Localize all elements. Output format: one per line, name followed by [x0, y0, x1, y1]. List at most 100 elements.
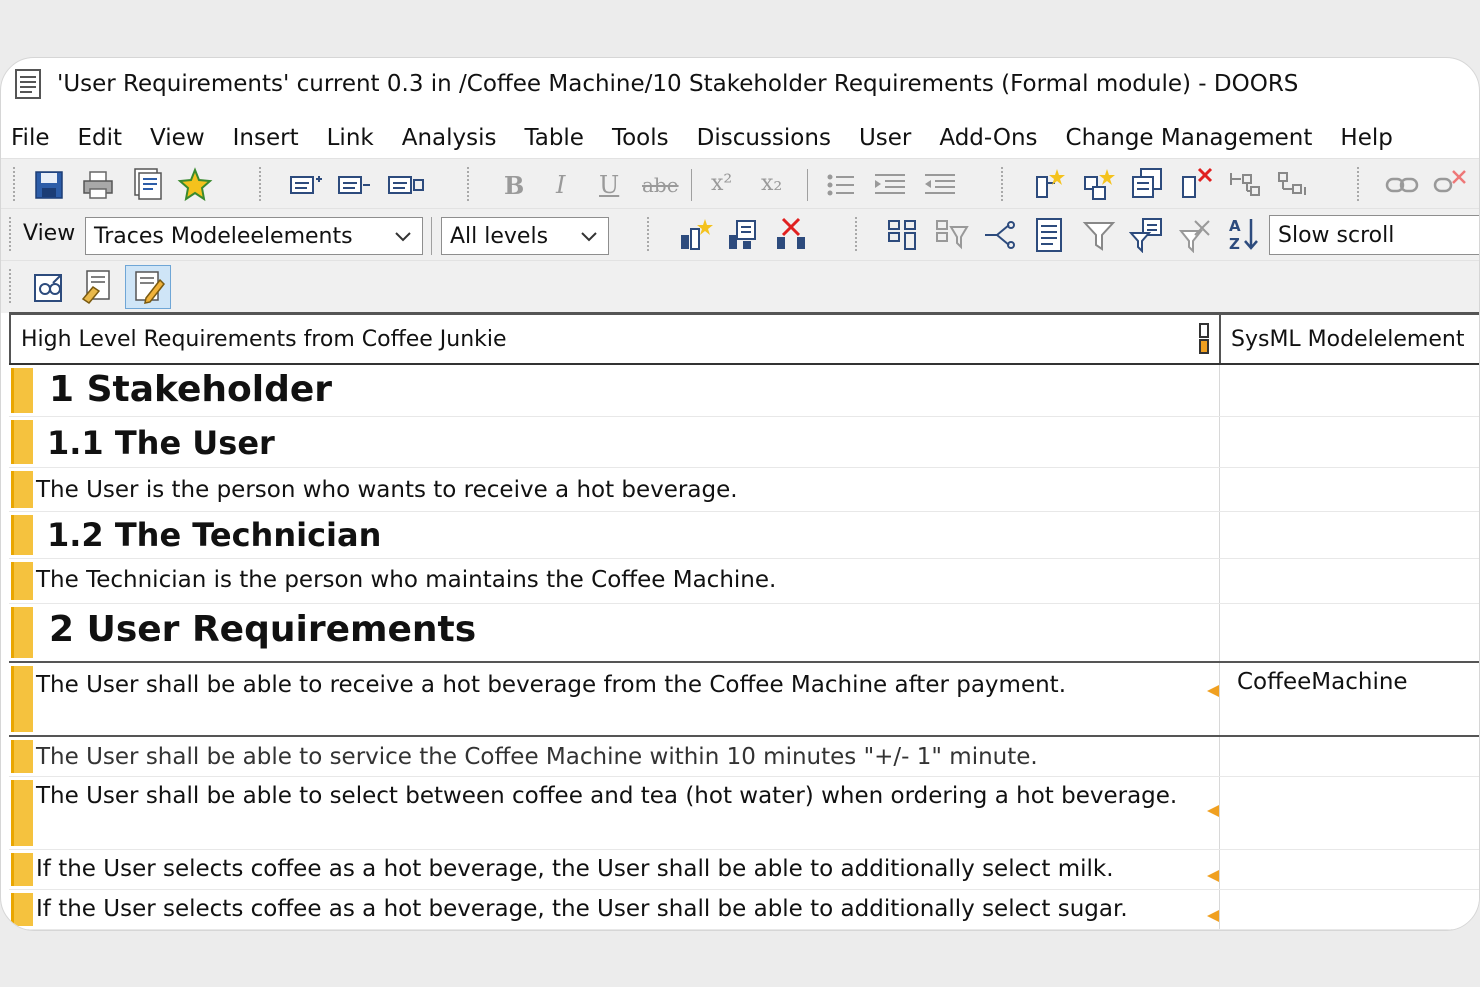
menu-analysis[interactable]: Analysis	[388, 125, 511, 151]
column-header-sysml[interactable]: SysML Modelelement	[1219, 315, 1479, 363]
table-row[interactable]: The User shall be able to receive a hot …	[9, 663, 1479, 737]
menu-file[interactable]: File	[1, 125, 64, 151]
subscript-button[interactable]: x₂	[761, 171, 782, 196]
column-divider	[1219, 777, 1220, 849]
menu-discussions[interactable]: Discussions	[683, 125, 845, 151]
column-divider	[1219, 417, 1220, 467]
copy-baseline-icon[interactable]	[725, 217, 761, 253]
column-divider	[1219, 512, 1220, 558]
table-row[interactable]: 1.2 The Technician	[9, 512, 1479, 559]
scroll-select[interactable]: Slow scroll	[1269, 215, 1479, 255]
chevron-down-icon	[395, 232, 411, 242]
favorite-star-icon[interactable]	[177, 167, 213, 203]
insert-heading-icon[interactable]	[289, 173, 323, 197]
outline-icon[interactable]	[885, 219, 921, 251]
menu-user[interactable]: User	[845, 125, 925, 151]
new-object-icon[interactable]	[1031, 167, 1067, 201]
copy-object-icon[interactable]	[1129, 167, 1165, 201]
strikethrough-button[interactable]: abe	[642, 173, 679, 197]
outdent-icon[interactable]	[923, 171, 957, 199]
print-icon[interactable]	[81, 169, 115, 201]
toolbar-grip[interactable]	[647, 217, 652, 251]
table-row[interactable]: If the User selects coffee as a hot beve…	[9, 890, 1479, 930]
toolbar-grip[interactable]	[9, 217, 14, 251]
object-indicator-bar	[11, 780, 33, 846]
view-select[interactable]: Traces Modeleelements	[85, 217, 423, 255]
object-indicator-bar	[11, 368, 33, 413]
underline-button[interactable]: U	[599, 171, 619, 199]
exclusive-edit-button[interactable]	[125, 265, 171, 309]
new-baseline-icon[interactable]	[677, 217, 713, 253]
save-icon[interactable]	[33, 169, 65, 201]
delete-link-icon[interactable]	[1433, 167, 1469, 197]
read-only-mode-icon[interactable]	[33, 271, 67, 305]
toolbar-grip[interactable]	[1001, 167, 1006, 201]
insert-table-icon[interactable]	[387, 173, 425, 197]
menu-table[interactable]: Table	[510, 125, 597, 151]
column-header-main[interactable]: High Level Requirements from Coffee Junk…	[9, 315, 1219, 363]
link-icon[interactable]	[1385, 173, 1421, 197]
insert-below-icon[interactable]	[337, 173, 371, 197]
object-indicator-bar	[11, 740, 33, 773]
object-indicator-bar	[11, 471, 33, 508]
table-row[interactable]: The User is the person who wants to rece…	[9, 468, 1479, 512]
window-title: 'User Requirements' current 0.3 in /Coff…	[57, 71, 1299, 97]
shareable-edit-icon[interactable]	[81, 269, 117, 305]
table-row[interactable]: The User shall be able to service the Co…	[9, 737, 1479, 777]
menu-view[interactable]: View	[136, 125, 219, 151]
superscript-button[interactable]: x²	[711, 171, 732, 196]
promote-icon[interactable]	[1227, 169, 1263, 199]
toolbar-grip[interactable]	[467, 167, 472, 201]
hierarchy-icon[interactable]	[981, 219, 1019, 251]
demote-icon[interactable]	[1275, 169, 1311, 199]
table-row[interactable]: 2 User Requirements	[9, 604, 1479, 663]
bullet-list-icon[interactable]	[825, 171, 857, 199]
toolbar-grip[interactable]	[259, 167, 264, 201]
toolbar-grip[interactable]	[855, 217, 860, 251]
column-header-main-label: High Level Requirements from Coffee Junk…	[21, 326, 507, 352]
filter-objects-icon[interactable]	[1129, 217, 1165, 253]
toolbar-grip[interactable]	[9, 269, 14, 303]
table-row[interactable]: 1.1 The User	[9, 417, 1479, 468]
menu-tools[interactable]: Tools	[598, 125, 683, 151]
table-row[interactable]: The Technician is the person who maintai…	[9, 559, 1479, 604]
document-view-icon[interactable]	[1033, 217, 1065, 253]
view-select-value: Traces Modeleelements	[94, 223, 353, 249]
delete-baseline-icon[interactable]	[773, 217, 809, 253]
toolbar-grip[interactable]	[1357, 167, 1362, 201]
filter-off-icon[interactable]	[1177, 217, 1213, 253]
toolbar-grip[interactable]	[13, 167, 18, 201]
column-resize-handle-icon[interactable]	[1197, 323, 1211, 355]
menu-change-management[interactable]: Change Management	[1052, 125, 1327, 151]
indent-icon[interactable]	[873, 171, 907, 199]
requirement-text: If the User selects coffee as a hot beve…	[36, 856, 1114, 882]
italic-button[interactable]: I	[556, 171, 565, 199]
menu-edit[interactable]: Edit	[64, 125, 137, 151]
heading-text: 1.1 The User	[47, 424, 275, 462]
menu-link[interactable]: Link	[313, 125, 388, 151]
table-row[interactable]: If the User selects coffee as a hot beve…	[9, 850, 1479, 890]
column-headers: High Level Requirements from Coffee Junk…	[9, 315, 1479, 365]
object-indicator-bar	[11, 420, 33, 464]
toolbar-separator	[807, 169, 808, 201]
table-row[interactable]: The User shall be able to select between…	[9, 777, 1479, 850]
level-select-value: All levels	[450, 223, 549, 249]
properties-icon[interactable]	[131, 167, 165, 201]
column-divider	[1219, 468, 1220, 511]
title-bar: 'User Requirements' current 0.3 in /Coff…	[1, 58, 1479, 110]
object-indicator-bar	[11, 853, 33, 886]
sort-az-icon[interactable]: A Z	[1225, 215, 1261, 253]
menu-insert[interactable]: Insert	[219, 125, 313, 151]
filter-outline-icon[interactable]	[933, 219, 969, 251]
table-row[interactable]: 1 Stakeholder	[9, 365, 1479, 417]
delete-object-icon[interactable]	[1179, 167, 1215, 201]
bold-button[interactable]: B	[504, 171, 524, 200]
level-select[interactable]: All levels	[441, 217, 609, 255]
filter-icon[interactable]	[1081, 219, 1117, 251]
view-toolbar: View Traces Modeleelements All levels A …	[1, 208, 1479, 261]
menu-add-ons[interactable]: Add-Ons	[925, 125, 1051, 151]
heading-text: 1 Stakeholder	[49, 369, 333, 410]
menu-help[interactable]: Help	[1326, 125, 1406, 151]
sysml-modelelement-value[interactable]: CoffeeMachine	[1237, 669, 1408, 695]
new-child-object-icon[interactable]	[1081, 167, 1117, 201]
